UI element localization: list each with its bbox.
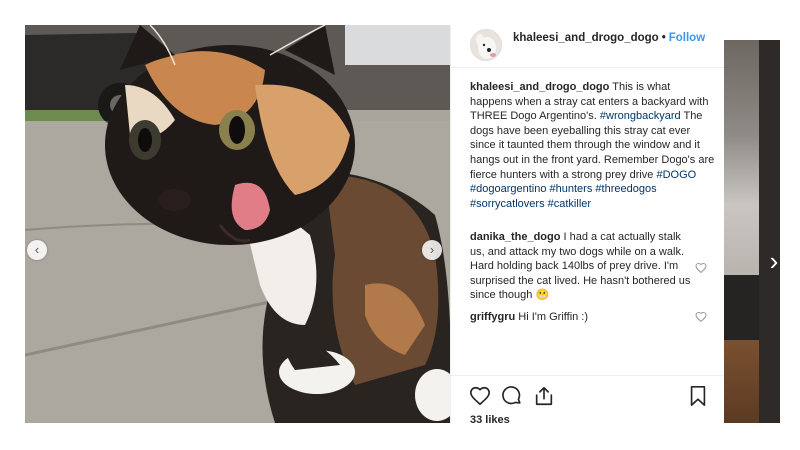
comment-like-heart-icon[interactable] (695, 262, 707, 274)
follow-button[interactable]: Follow (669, 32, 705, 44)
separator-dot: • (661, 32, 666, 44)
post-details-panel: khaleesi_and_drogo_dogo • Follow khaleesi_… (450, 25, 724, 426)
comment-username-link[interactable]: danika_the_dogo (470, 231, 560, 243)
grimace-emoji: 😬 (535, 289, 550, 302)
hashtag-link[interactable]: #sorrycatlovers (470, 198, 545, 210)
hashtag-link[interactable]: #dogoargentino (470, 183, 546, 195)
hashtag-link[interactable]: #hunters (550, 183, 593, 195)
next-post-preview[interactable] (723, 40, 780, 423)
next-post-divider (723, 275, 759, 340)
post-header: khaleesi_and_drogo_dogo • Follow (451, 25, 724, 68)
next-post-image-top (723, 40, 759, 275)
post-author: khaleesi_and_drogo_dogo • Follow (513, 32, 705, 44)
cat-photo (25, 25, 450, 423)
hashtag-link[interactable]: #threedogos (595, 183, 656, 195)
hashtag-link[interactable]: #wrongbackyard (600, 110, 681, 122)
bookmark-icon[interactable] (687, 385, 709, 407)
comment-item: danika_the_dogo I had a cat actually sta… (470, 230, 695, 303)
author-username-link[interactable]: khaleesi_and_drogo_dogo (513, 32, 659, 44)
likes-count[interactable]: 33 likes (470, 414, 510, 426)
comment-username-link[interactable]: griffygru (470, 311, 515, 323)
comment-like-heart-icon[interactable] (695, 311, 707, 323)
carousel-next-button[interactable]: › (422, 240, 442, 260)
share-icon[interactable] (533, 385, 555, 407)
post-actions-bar: 33 likes (451, 375, 724, 426)
avatar[interactable] (470, 29, 502, 61)
carousel-prev-button[interactable]: ‹ (27, 240, 47, 260)
comment-text: Hi I'm Griffin :) (518, 311, 589, 323)
post-media: ‹ › (25, 25, 450, 423)
comment-icon[interactable] (501, 385, 523, 407)
caption-username-link[interactable]: khaleesi_and_drogo_dogo (470, 81, 609, 93)
dog-avatar-image (471, 30, 501, 60)
comment-item: griffygru Hi I'm Griffin :) (470, 310, 695, 325)
post-caption: khaleesi_and_drogo_dogo This is what hap… (470, 80, 715, 211)
hashtag-link[interactable]: #catkiller (548, 198, 591, 210)
hashtag-link[interactable]: #DOGO (656, 169, 696, 181)
next-post-chevron-icon[interactable]: › (764, 248, 784, 274)
heart-icon[interactable] (469, 385, 491, 407)
next-post-image-bottom (723, 340, 759, 423)
